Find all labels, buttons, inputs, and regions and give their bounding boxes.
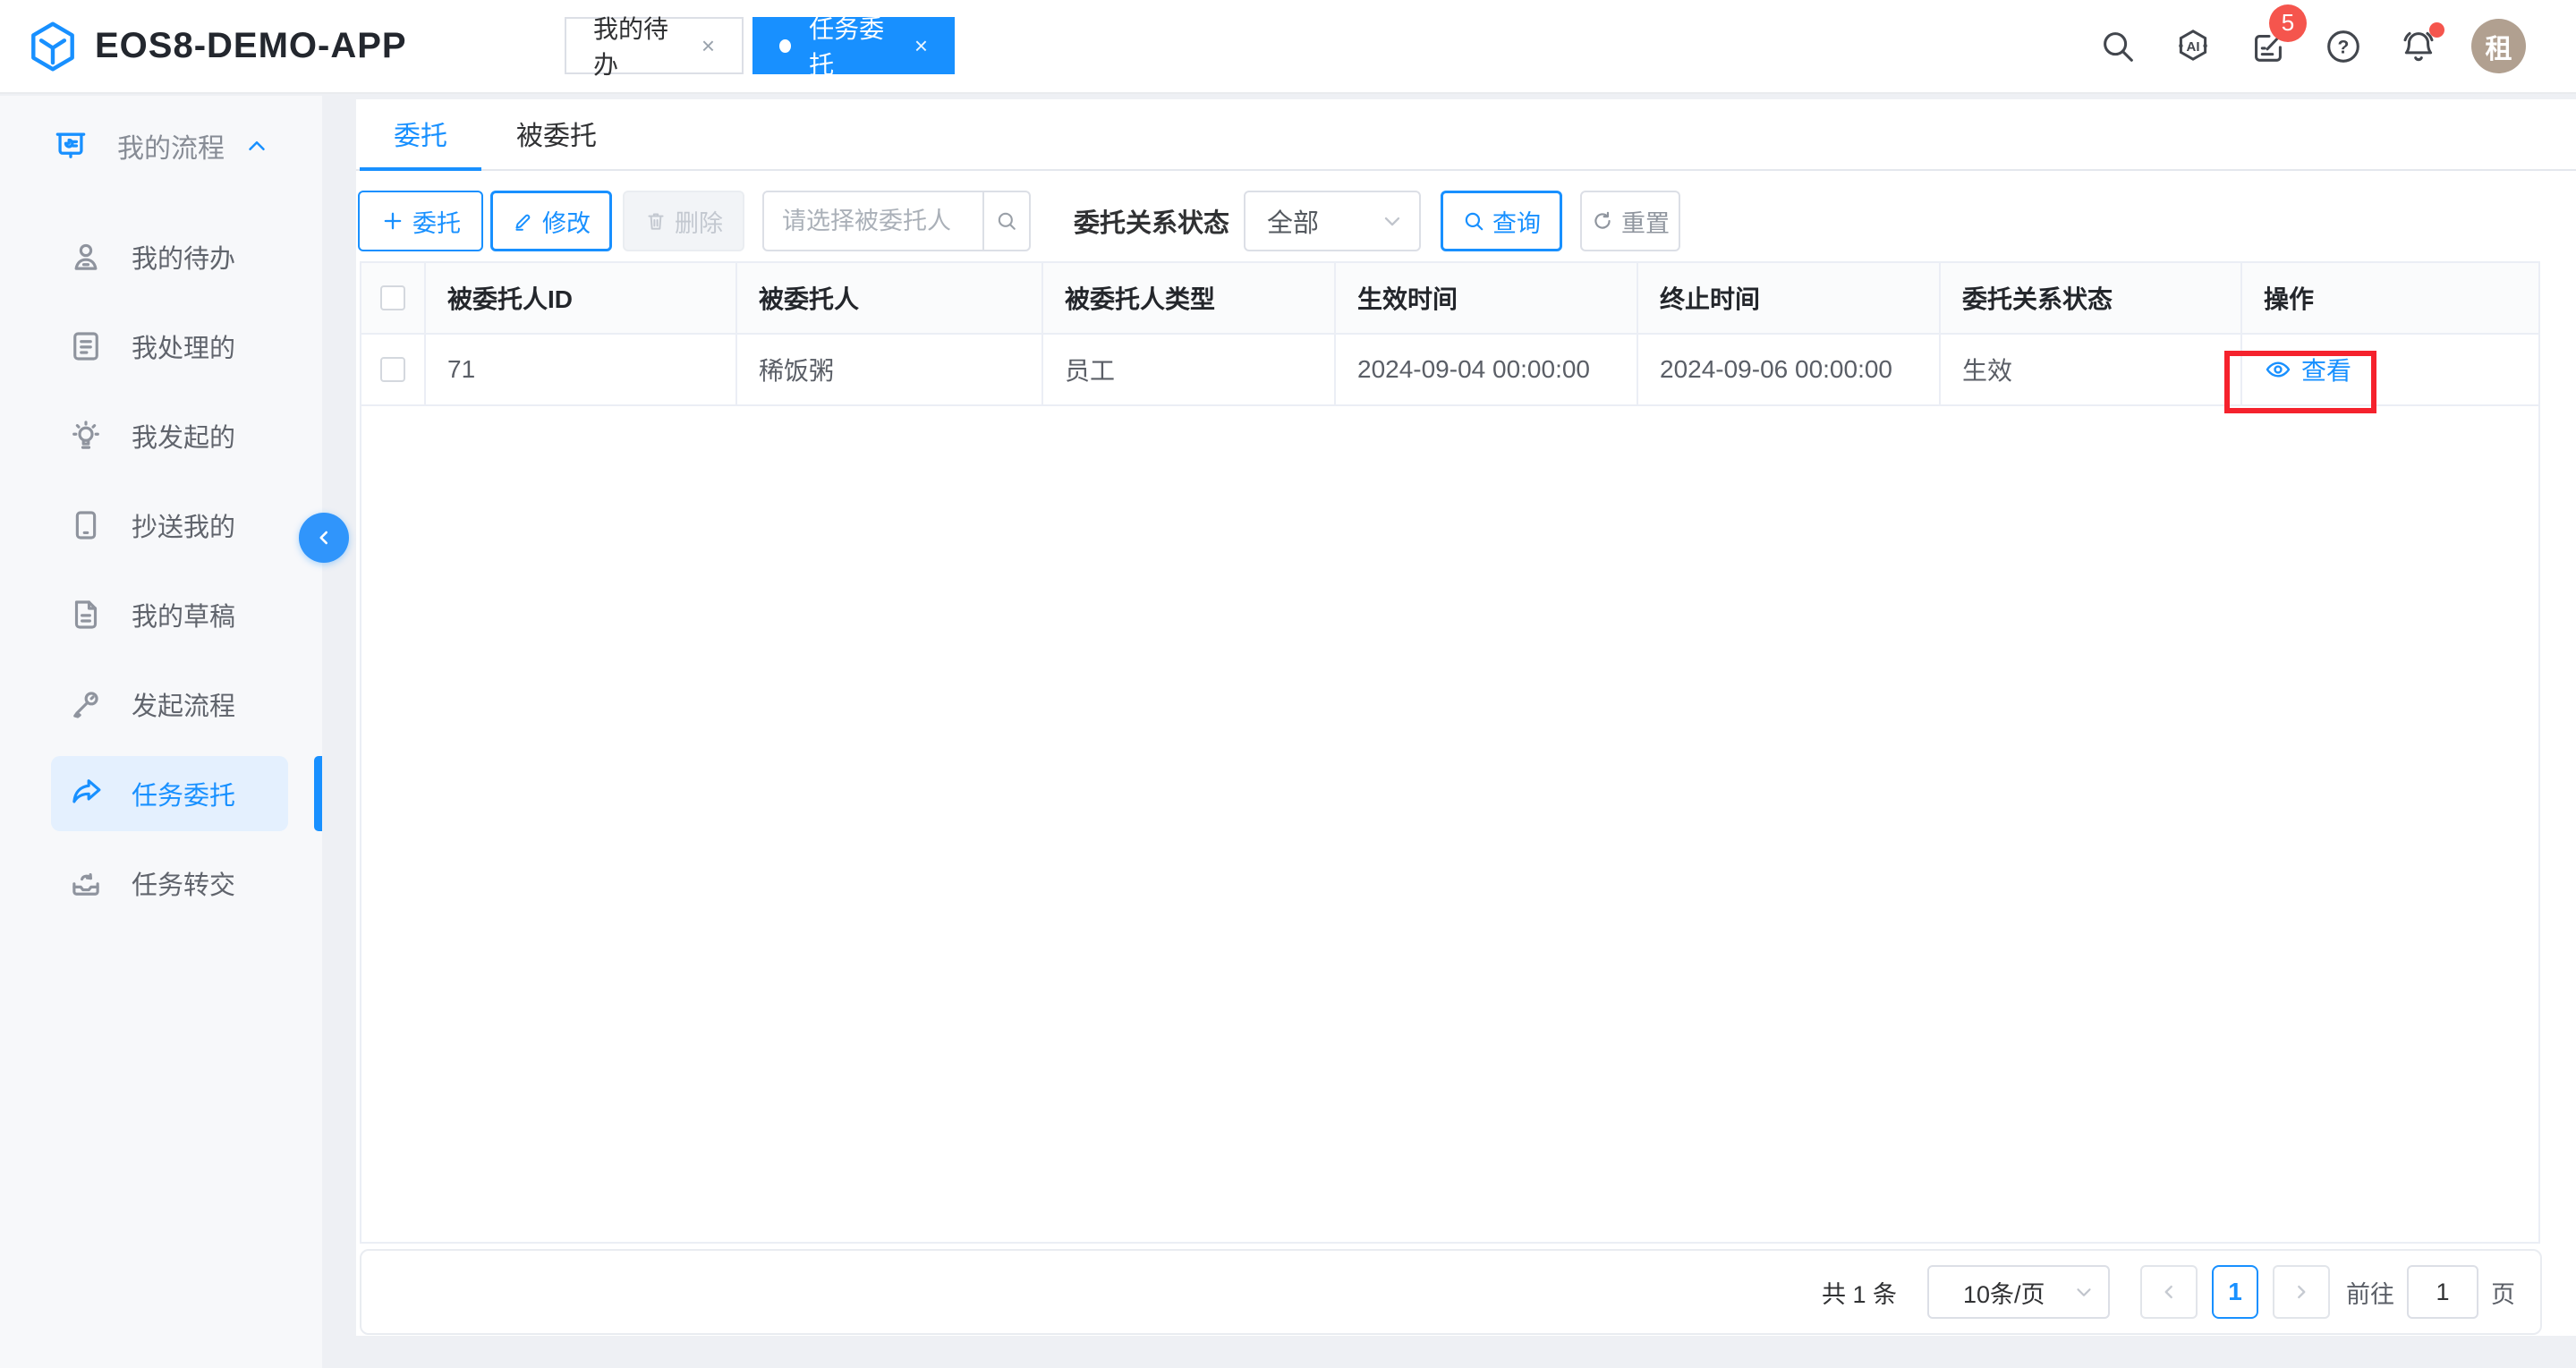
edit-button[interactable]: 修改: [490, 191, 612, 251]
tab-delegated-to-me[interactable]: 被委托: [481, 99, 632, 171]
page-unit-label: 页: [2491, 1275, 2515, 1310]
help-icon[interactable]: ?: [2321, 24, 2366, 69]
bell-icon[interactable]: [2396, 24, 2441, 69]
page-number-button[interactable]: 1: [2212, 1265, 2258, 1319]
delegate-search-input[interactable]: [764, 192, 982, 250]
sidebar: 我的流程 我的待办 我处理的: [0, 96, 322, 1368]
total-count: 共 1 条: [1822, 1275, 1897, 1310]
plus-icon: [380, 208, 405, 234]
pen-launch-icon: [67, 685, 105, 723]
col-action: 操作: [2242, 263, 2538, 333]
sidebar-item-handled-by-me[interactable]: 我处理的: [0, 302, 322, 391]
share-forward-icon: [67, 775, 105, 812]
chevron-down-icon: [2072, 1280, 2096, 1304]
cell-action: 查看: [2242, 335, 2538, 404]
toolbar: 委托 修改 删除 委托关系状态 全部: [358, 191, 2540, 251]
reset-button[interactable]: 重置: [1580, 191, 1680, 251]
svg-text:?: ?: [2338, 37, 2350, 57]
col-delegate: 被委托人: [737, 263, 1043, 333]
window-tab-my-todo[interactable]: 我的待办 ×: [565, 17, 744, 74]
bell-alert-dot: [2429, 22, 2444, 38]
sidebar-item-my-drafts[interactable]: 我的草稿: [0, 570, 322, 659]
delete-button[interactable]: 删除: [623, 191, 744, 251]
search-icon[interactable]: [2096, 24, 2140, 69]
status-filter-select[interactable]: 全部: [1244, 191, 1421, 251]
pencil-icon: [512, 209, 535, 233]
cell-delegate-id: 71: [426, 335, 737, 404]
cell-start-time: 2024-09-04 00:00:00: [1336, 335, 1638, 404]
draft-file-icon: [67, 596, 105, 633]
avatar[interactable]: 租: [2471, 19, 2526, 73]
sidebar-collapse-button[interactable]: [299, 513, 349, 563]
delegation-table: 被委托人ID 被委托人 被委托人类型 生效时间 终止时间 委托关系状态 操作 7…: [360, 261, 2540, 1244]
header-icon-group: AI 5 ? 租: [2096, 0, 2526, 92]
goto-label: 前往: [2346, 1275, 2394, 1310]
sidebar-item-task-transfer[interactable]: 任务转交: [0, 838, 322, 928]
refresh-icon: [1591, 209, 1614, 233]
sidebar-group-title: 我的流程: [117, 126, 225, 166]
inbox-transfer-icon: [67, 864, 105, 902]
table-header-row: 被委托人ID 被委托人 被委托人类型 生效时间 终止时间 委托关系状态 操作: [361, 263, 2538, 335]
search-submit-icon[interactable]: [982, 192, 1029, 250]
chevron-right-icon: [2290, 1280, 2313, 1304]
lightbulb-icon: [67, 417, 105, 455]
goto-page-input[interactable]: [2407, 1265, 2478, 1319]
table-row: 71 稀饭粥 员工 2024-09-04 00:00:00 2024-09-06…: [361, 335, 2538, 406]
eye-icon: [2264, 355, 2292, 384]
document-icon: [67, 327, 105, 365]
select-all-cell: [361, 263, 426, 333]
filter-label: 委托关系状态: [1074, 202, 1229, 240]
tasks-note-icon[interactable]: 5: [2246, 24, 2291, 69]
page-size-select[interactable]: 10条/页: [1927, 1265, 2110, 1319]
cell-delegate: 稀饭粥: [737, 335, 1043, 404]
row-checkbox[interactable]: [380, 357, 405, 382]
cell-delegate-type: 员工: [1043, 335, 1336, 404]
trash-icon: [644, 209, 667, 233]
prev-page-button[interactable]: [2140, 1265, 2198, 1319]
chevron-left-icon: [2157, 1280, 2181, 1304]
cell-status: 生效: [1941, 335, 2242, 404]
mobile-icon: [67, 506, 105, 544]
process-board-icon: [51, 126, 90, 166]
window-tab-task-delegation[interactable]: 任务委托 ×: [752, 17, 955, 74]
next-page-button[interactable]: [2273, 1265, 2330, 1319]
app-title: EOS8-DEMO-APP: [95, 0, 407, 92]
col-start-time: 生效时间: [1336, 263, 1638, 333]
tab-delegation[interactable]: 委托: [360, 99, 481, 171]
cell-end-time: 2024-09-06 00:00:00: [1638, 335, 1941, 404]
close-icon[interactable]: ×: [701, 32, 715, 60]
window-tab-bar: 我的待办 × 任务委托 ×: [565, 17, 955, 74]
col-status: 委托关系状态: [1941, 263, 2242, 333]
sidebar-item-start-process[interactable]: 发起流程: [0, 659, 322, 749]
ai-assistant-icon[interactable]: AI: [2171, 24, 2215, 69]
chevron-up-icon[interactable]: [243, 132, 270, 159]
pagination-bar: 共 1 条 10条/页 1 前往 页: [360, 1249, 2542, 1335]
sidebar-item-cc-to-me[interactable]: 抄送我的: [0, 480, 322, 570]
view-link[interactable]: 查看: [2264, 352, 2351, 387]
search-icon: [1462, 209, 1485, 233]
select-all-checkbox[interactable]: [380, 285, 405, 310]
sidebar-nav: 我的待办 我处理的 我发起的: [0, 212, 322, 928]
col-delegate-id: 被委托人ID: [426, 263, 737, 333]
chevron-down-icon: [1380, 208, 1405, 234]
person-icon: [67, 238, 105, 276]
top-header: EOS8-DEMO-APP 我的待办 × 任务委托 × AI: [0, 0, 2576, 94]
add-delegation-button[interactable]: 委托: [358, 191, 483, 251]
sidebar-group-my-process[interactable]: 我的流程: [0, 117, 322, 174]
active-dot-icon: [779, 39, 791, 53]
query-button[interactable]: 查询: [1441, 191, 1562, 251]
delegate-search-box: [762, 191, 1031, 251]
app-logo-icon: [25, 19, 81, 74]
col-delegate-type: 被委托人类型: [1043, 263, 1336, 333]
close-icon[interactable]: ×: [914, 32, 928, 60]
delegation-tab-bar: 委托 被委托: [356, 99, 2576, 171]
sidebar-item-initiated-by-me[interactable]: 我发起的: [0, 391, 322, 480]
main-content: 委托 被委托 委托 修改 删除: [356, 99, 2576, 1336]
svg-text:AI: AI: [2187, 39, 2200, 55]
notification-count-badge: 5: [2269, 4, 2307, 42]
row-select-cell: [361, 335, 426, 404]
sidebar-item-task-delegation[interactable]: 任务委托: [0, 749, 322, 838]
sidebar-item-my-todo[interactable]: 我的待办: [0, 212, 322, 302]
col-end-time: 终止时间: [1638, 263, 1941, 333]
